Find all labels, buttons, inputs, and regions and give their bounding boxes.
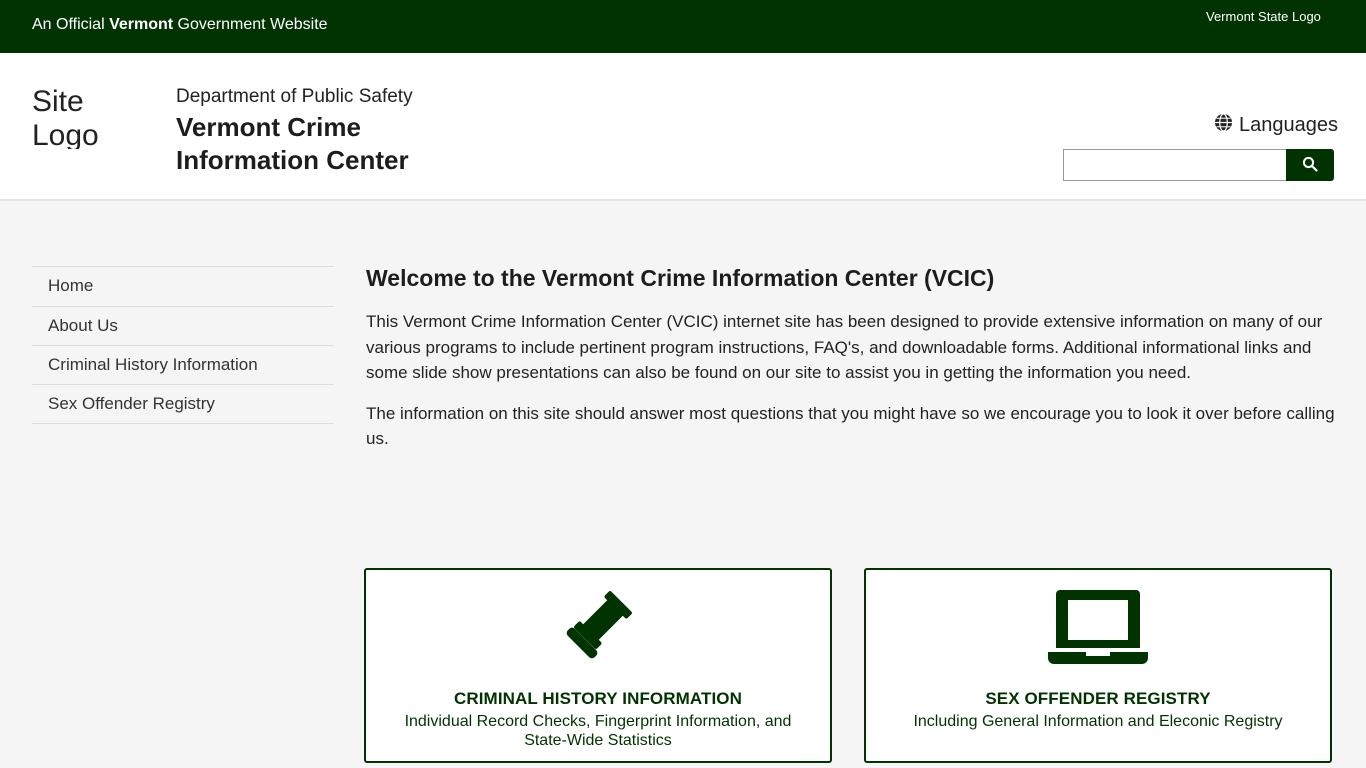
official-site-notice: An Official Vermont Government Website [32,15,328,35]
site-logo-alt-text: Site Logo [32,85,99,149]
search-form [1063,149,1334,181]
intro-paragraph: This Vermont Crime Information Center (V… [366,312,1323,382]
laptop-icon [866,586,1330,668]
site-logo[interactable]: Site Logo [32,85,112,149]
site-header: Site Logo Department of Public Safety Ve… [0,53,1366,201]
info-paragraph: The information on this site should answ… [366,403,1335,449]
sidebar-navigation: Home About Us Criminal History Informati… [32,266,334,424]
page-title: Welcome to the Vermont Crime Information… [366,265,995,291]
official-suffix: Government Website [173,16,328,33]
globe-icon [1214,113,1233,138]
criminal-history-card-description: Individual Record Checks, Fingerprint In… [404,713,792,749]
state-logo-alt-text: Vermont State Logo [1206,9,1321,24]
sidebar-item-home[interactable]: Home [32,267,334,307]
languages-label: Languages [1239,114,1338,136]
search-input[interactable] [1063,149,1286,181]
sex-offender-registry-card[interactable]: SEX OFFENDER REGISTRY Including General … [864,568,1332,763]
sex-offender-registry-card-description: Including General Information and Elecon… [913,713,1283,730]
sidebar-item-sex-offender-registry[interactable]: Sex Offender Registry [32,385,334,424]
sidebar-item-about-us[interactable]: About Us [32,307,334,346]
department-name[interactable]: Department of Public Safety [176,86,413,108]
search-button[interactable] [1286,149,1334,181]
main-content: Welcome to the Vermont Crime Information… [366,264,1336,467]
vermont-state-logo[interactable]: Vermont State Logo [1206,7,1336,27]
sex-offender-registry-card-title: SEX OFFENDER REGISTRY [985,689,1211,708]
official-state-name: Vermont [109,16,174,33]
site-title[interactable]: Vermont Crime Information Center [176,111,436,177]
official-government-banner: An Official Vermont Government Website V… [0,0,1366,53]
criminal-history-card[interactable]: CRIMINAL HISTORY INFORMATION Individual … [364,568,832,763]
criminal-history-card-title: CRIMINAL HISTORY INFORMATION [453,689,743,708]
search-icon [1302,156,1318,175]
sidebar-item-criminal-history[interactable]: Criminal History Information [32,346,334,385]
gavel-icon [366,586,830,668]
official-prefix: An Official [32,16,110,33]
languages-button[interactable]: Languages [1214,113,1338,138]
